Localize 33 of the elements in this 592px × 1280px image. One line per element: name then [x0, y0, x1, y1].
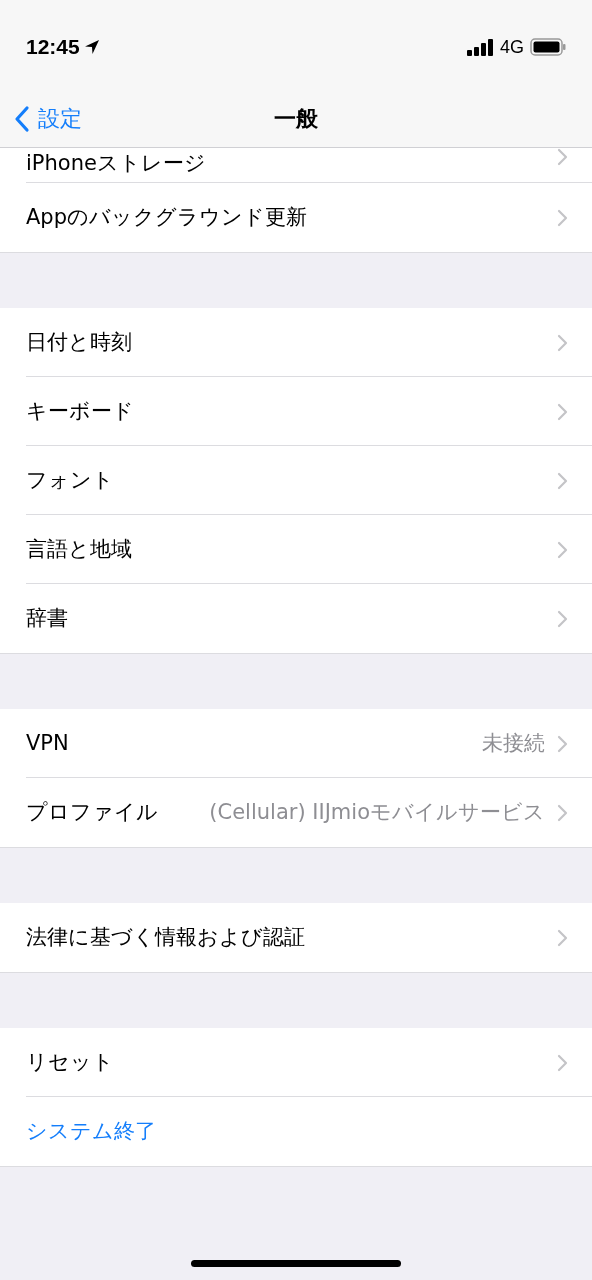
row-label: Appのバックグラウンド更新 — [26, 203, 308, 231]
chevron-icon — [557, 208, 568, 227]
row-value: (Cellular) IIJmioモバイルサービス — [209, 798, 545, 826]
chevron-icon — [557, 803, 568, 822]
row-label: 言語と地域 — [26, 535, 132, 563]
row-label: システム終了 — [26, 1117, 156, 1145]
row-label: 日付と時刻 — [26, 328, 132, 356]
nav-title: 一般 — [274, 105, 318, 133]
battery-icon — [530, 38, 566, 56]
row-label: VPN — [26, 729, 69, 757]
row-value: 未接続 — [482, 729, 545, 757]
network-label: 4G — [500, 35, 524, 59]
chevron-icon — [557, 148, 568, 166]
chevron-icon — [557, 471, 568, 490]
row-label: 法律に基づく情報および認証 — [26, 923, 305, 951]
chevron-icon — [557, 333, 568, 352]
back-button[interactable]: 設定 — [0, 102, 82, 135]
row-label: キーボード — [26, 397, 134, 425]
location-arrow-icon — [83, 39, 100, 55]
row-label: フォント — [26, 466, 114, 494]
chevron-icon — [557, 1053, 568, 1072]
row-label: 辞書 — [26, 604, 68, 632]
chevron-icon — [557, 402, 568, 421]
row-label: リセット — [26, 1048, 114, 1076]
chevron-icon — [557, 609, 568, 628]
chevron-icon — [557, 734, 568, 753]
row-label: プロファイル — [26, 798, 158, 826]
chevron-icon — [557, 928, 568, 947]
status-time: 12:45 — [26, 34, 80, 61]
back-chevron-icon — [14, 104, 30, 133]
signal-icon — [467, 38, 494, 56]
chevron-icon — [557, 540, 568, 559]
row-label: iPhoneストレージ — [26, 150, 206, 177]
